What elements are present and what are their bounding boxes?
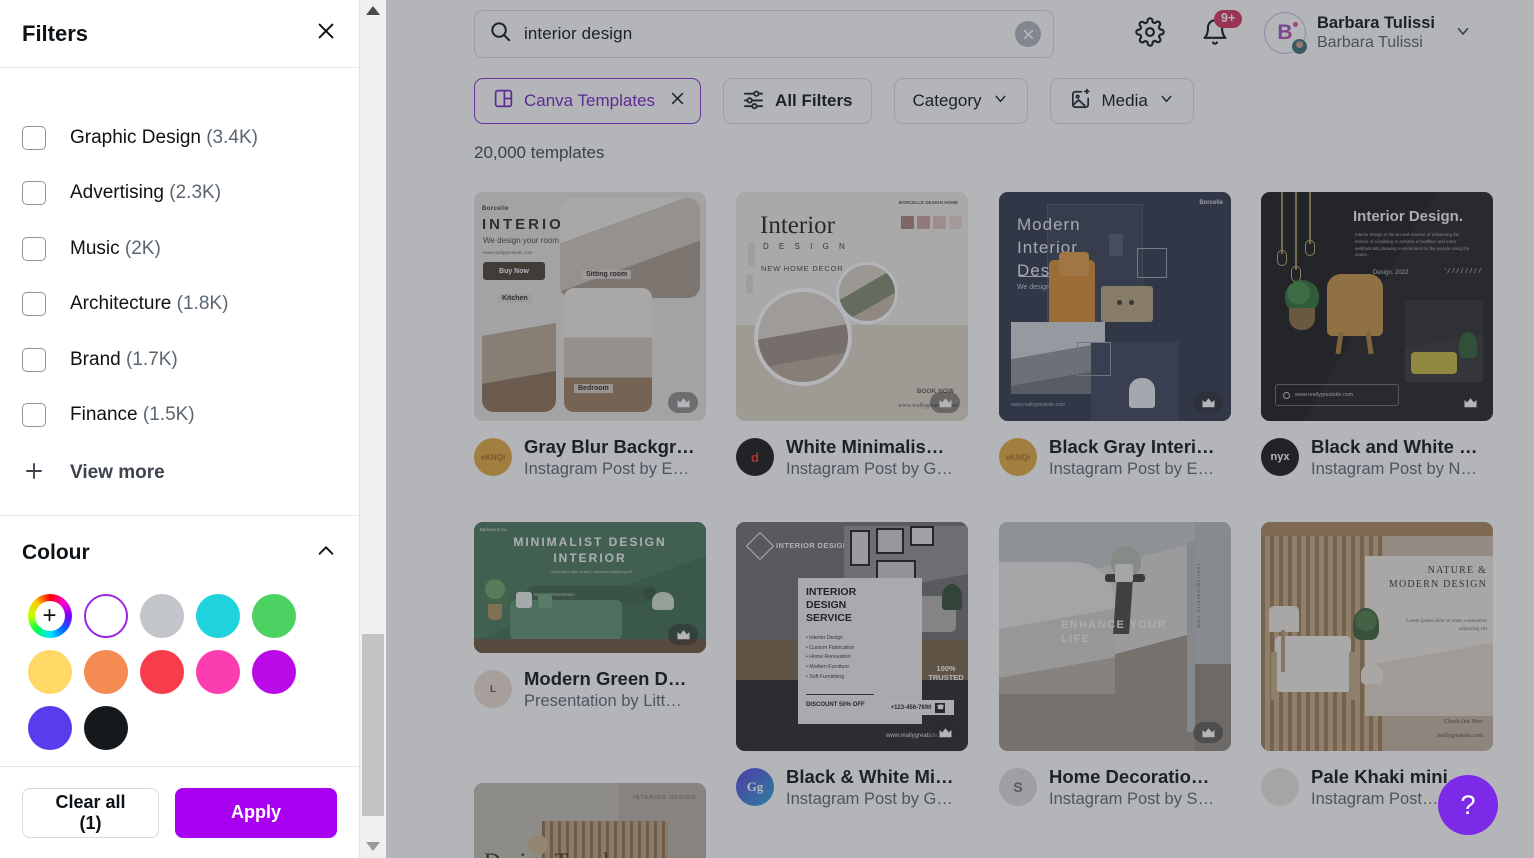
view-more-button[interactable]: View more [22, 445, 337, 501]
swatch-orange[interactable] [78, 644, 133, 700]
colour-section-title: Colour [22, 541, 90, 564]
checkbox-graphic-design[interactable]: Graphic Design (3.4K) [22, 110, 337, 166]
apply-button[interactable]: Apply [174, 787, 337, 838]
swatch-white[interactable] [78, 588, 133, 644]
swatch-red[interactable] [134, 644, 189, 700]
close-panel-button[interactable] [315, 20, 337, 47]
filters-panel: Filters Graphic Design (3.4K) Advertisin… [0, 0, 360, 858]
triangle-down-icon [366, 838, 380, 856]
swatch-magenta[interactable] [246, 644, 301, 700]
swatch-cyan[interactable] [190, 588, 245, 644]
rainbow-wheel-icon: + [27, 594, 72, 638]
triangle-up-icon [366, 2, 380, 20]
swatch-custom-colour-picker[interactable]: + [22, 588, 77, 644]
view-more-label: View more [70, 462, 165, 483]
checkbox-advertising[interactable]: Advertising (2.3K) [22, 166, 337, 222]
swatch-blue[interactable] [22, 700, 77, 756]
clear-all-button[interactable]: Clear all (1) [22, 787, 159, 838]
plus-label: + [42, 602, 57, 629]
swatch-pink[interactable] [190, 644, 245, 700]
checkbox-finance[interactable]: Finance (1.5K) [22, 388, 337, 444]
checkbox-label: Advertising (2.3K) [70, 182, 222, 204]
colour-section-header[interactable]: Colour [22, 526, 337, 580]
checkbox-label: Music (2K) [70, 237, 161, 259]
checkbox-label: Graphic Design (3.4K) [70, 126, 258, 148]
help-button[interactable]: ? [1438, 775, 1498, 835]
question-mark-icon: ? [1460, 789, 1476, 820]
panel-scrollbar[interactable] [360, 0, 386, 858]
colour-swatch-grid: + [22, 588, 337, 756]
checkbox-box[interactable] [22, 125, 46, 150]
checkbox-label: Finance (1.5K) [70, 404, 195, 426]
swatch-grey[interactable] [134, 588, 189, 644]
checkbox-music[interactable]: Music (2K) [22, 221, 337, 277]
checkbox-box[interactable] [22, 181, 46, 206]
section-divider [0, 515, 359, 516]
filters-panel-body: Graphic Design (3.4K) Advertising (2.3K)… [0, 68, 359, 766]
checkbox-label: Brand (1.7K) [70, 348, 178, 370]
checkbox-box[interactable] [22, 292, 46, 317]
checkbox-label: Architecture (1.8K) [70, 293, 229, 315]
swatch-black[interactable] [78, 700, 133, 756]
checkbox-box[interactable] [22, 347, 46, 372]
scrollbar-thumb[interactable] [362, 634, 384, 816]
checkbox-brand[interactable]: Brand (1.7K) [22, 332, 337, 388]
checkbox-box[interactable] [22, 403, 46, 428]
checkbox-architecture[interactable]: Architecture (1.8K) [22, 277, 337, 333]
swatch-green[interactable] [246, 588, 301, 644]
screen-root: interior design 9+ B Barbara Tulissi Bar… [0, 0, 1534, 858]
page-title: Filters [22, 20, 89, 46]
filters-panel-header: Filters [0, 0, 359, 68]
scroll-up-button[interactable] [360, 0, 386, 22]
plus-icon [22, 459, 46, 488]
category-checkbox-list: Graphic Design (3.4K) Advertising (2.3K)… [22, 110, 337, 501]
filters-panel-footer: Clear all (1) Apply [0, 766, 359, 858]
swatch-yellow[interactable] [22, 644, 77, 700]
chevron-up-icon[interactable] [315, 540, 337, 567]
checkbox-box[interactable] [22, 236, 46, 261]
scroll-down-button[interactable] [360, 836, 386, 858]
